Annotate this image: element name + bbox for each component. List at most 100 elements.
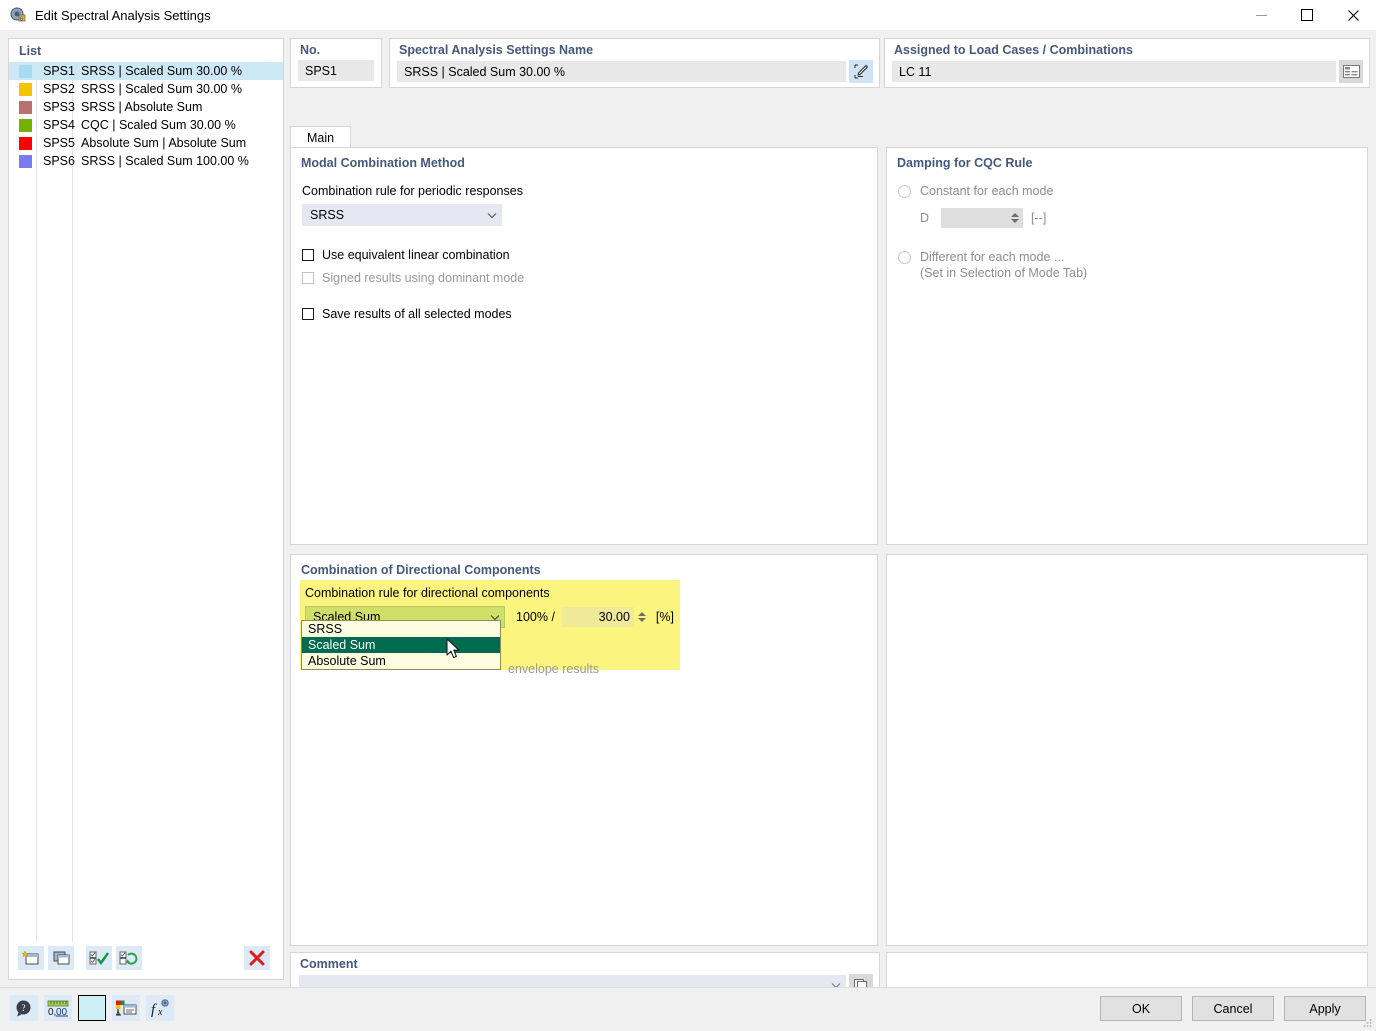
damping-different-label: Different for each mode ... <box>920 250 1065 264</box>
apply-button[interactable]: Apply <box>1284 996 1366 1021</box>
directional-rule-dropdown-list[interactable]: SRSS Scaled Sum Absolute Sum <box>301 620 501 670</box>
save-results-all-modes-label: Save results of all selected modes <box>322 307 512 321</box>
damping-different-sublabel: (Set in Selection of Mode Tab) <box>920 266 1088 280</box>
list-item[interactable]: SPS3 SRSS | Absolute Sum <box>9 98 283 116</box>
damping-d-input <box>941 208 1024 228</box>
damping-d-label: D <box>920 211 930 225</box>
assigned-field-label: Assigned to Load Cases / Combinations <box>894 43 1133 57</box>
dropdown-option-scaled-sum[interactable]: Scaled Sum <box>302 637 500 653</box>
ok-button[interactable]: OK <box>1100 996 1182 1021</box>
list-item-id: SPS4 <box>43 118 75 132</box>
dialog-body: List SPS1 SRSS | Scaled Sum 30.00 % SPS2… <box>0 30 1376 1030</box>
assigned-field-input[interactable]: LC 11 <box>892 61 1336 82</box>
color-swatch <box>19 118 32 132</box>
directional-right-panel <box>886 554 1368 946</box>
periodic-rule-select[interactable]: SRSS <box>302 204 502 226</box>
name-field-input[interactable]: SRSS | Scaled Sum 30.00 % <box>397 61 846 82</box>
formula-icon[interactable]: f x <box>146 995 174 1021</box>
tab-strip: Main <box>290 126 1368 148</box>
list-item-desc: SRSS | Scaled Sum 30.00 % <box>81 82 242 96</box>
help-icon[interactable]: ? <box>10 995 38 1021</box>
color-swatch[interactable] <box>78 995 106 1021</box>
list-item[interactable]: SPS6 SRSS | Scaled Sum 100.00 % <box>9 152 283 170</box>
svg-text:f: f <box>151 1002 157 1017</box>
list-item-id: SPS5 <box>43 136 75 150</box>
tab-main[interactable]: Main <box>290 126 352 148</box>
window-title: Edit Spectral Analysis Settings <box>35 7 211 23</box>
minimize-button[interactable] <box>1238 0 1284 30</box>
maximize-button[interactable] <box>1284 0 1330 30</box>
invert-selection-button[interactable] <box>116 946 142 970</box>
list-panel: List SPS1 SRSS | Scaled Sum 30.00 % SPS2… <box>8 38 284 980</box>
list-item[interactable]: SPS4 CQC | Scaled Sum 30.00 % <box>9 116 283 134</box>
assigned-field-group: Assigned to Load Cases / Combinations LC… <box>884 38 1370 88</box>
dropdown-option-absolute-sum[interactable]: Absolute Sum <box>302 653 500 669</box>
list-item-desc: Absolute Sum | Absolute Sum <box>81 136 247 150</box>
close-button[interactable] <box>1330 0 1376 30</box>
list-item-id: SPS6 <box>43 154 75 168</box>
list-area[interactable]: SPS1 SRSS | Scaled Sum 30.00 % SPS2 SRSS… <box>9 62 283 942</box>
use-equivalent-linear-combination-checkbox[interactable] <box>302 249 314 261</box>
list-item-desc: SRSS | Scaled Sum 30.00 % <box>81 64 242 78</box>
mouse-cursor <box>446 638 464 665</box>
color-swatch <box>19 154 32 168</box>
damping-title: Damping for CQC Rule <box>897 156 1033 170</box>
list-toolbar <box>18 943 274 973</box>
directional-title: Combination of Directional Components <box>301 563 541 577</box>
periodic-rule-value: SRSS <box>310 208 345 222</box>
directional-background-text: envelope results <box>508 662 600 676</box>
modal-combination-title: Modal Combination Method <box>301 156 465 170</box>
tab-main-label: Main <box>307 130 335 145</box>
name-field-label: Spectral Analysis Settings Name <box>399 43 594 57</box>
list-item-id: SPS2 <box>43 82 75 96</box>
damping-constant-option[interactable]: Constant for each mode <box>898 184 1367 198</box>
cancel-button[interactable]: Cancel <box>1192 996 1274 1021</box>
edit-pencil-icon[interactable] <box>849 60 873 83</box>
svg-text:x: x <box>157 1007 163 1017</box>
units-icon[interactable]: 0, 00 <box>44 995 72 1021</box>
list-panel-header: List <box>19 44 42 58</box>
directional-rule-label: Combination rule for directional compone… <box>305 586 550 600</box>
list-item[interactable]: SPS2 SRSS | Scaled Sum 30.00 % <box>9 80 283 98</box>
spinner-icon <box>1009 213 1020 223</box>
color-swatch <box>19 100 32 114</box>
damping-different-option[interactable]: Different for each mode ... (Set in Sele… <box>898 250 1367 280</box>
bottom-toolbar: ? 0, 00 A f x <box>10 995 180 1021</box>
list-picker-icon[interactable] <box>1339 60 1363 83</box>
resize-grip[interactable] <box>1362 1017 1372 1027</box>
chevron-down-icon <box>483 212 501 219</box>
no-field-label: No. <box>300 43 321 57</box>
color-swatch <box>19 136 32 150</box>
damping-d-unit: [--] <box>1031 211 1047 225</box>
list-item-desc: SRSS | Absolute Sum <box>81 100 203 114</box>
list-item[interactable]: SPS1 SRSS | Scaled Sum 30.00 % <box>9 62 283 80</box>
directional-ratio-unit: [%] <box>655 610 674 624</box>
directional-ratio-value: 30.00 <box>598 610 630 624</box>
spinner-icon[interactable] <box>637 612 648 622</box>
use-equivalent-linear-combination-label: Use equivalent linear combination <box>322 248 510 262</box>
app-icon: 6 <box>9 6 27 24</box>
color-swatch <box>19 64 32 78</box>
new-item-button[interactable] <box>18 946 44 970</box>
display-properties-icon[interactable]: A <box>112 995 140 1021</box>
signed-results-dominant-mode-label: Signed results using dominant mode <box>322 271 525 285</box>
directional-ratio-input[interactable]: 30.00 <box>561 607 634 627</box>
list-item[interactable]: SPS5 Absolute Sum | Absolute Sum <box>9 134 283 152</box>
dropdown-option-srss[interactable]: SRSS <box>302 621 500 637</box>
svg-text:A: A <box>116 1011 121 1017</box>
radio-constant-each-mode[interactable] <box>898 184 911 198</box>
list-item-desc: CQC | Scaled Sum 30.00 % <box>81 118 236 132</box>
window-controls <box>1238 0 1376 30</box>
radio-different-each-mode[interactable] <box>898 251 911 264</box>
modal-combination-panel: Modal Combination Method Combination rul… <box>290 147 878 545</box>
copy-item-button[interactable] <box>48 946 74 970</box>
damping-constant-label: Constant for each mode <box>920 184 1054 198</box>
bottom-bar: ? 0, 00 A f x OK Cancel Apply <box>0 987 1376 1030</box>
comment-label: Comment <box>300 957 358 971</box>
select-all-button[interactable] <box>86 946 112 970</box>
list-item-id: SPS3 <box>43 100 75 114</box>
title-bar: 6 Edit Spectral Analysis Settings <box>0 0 1376 30</box>
delete-item-button[interactable] <box>244 946 270 970</box>
save-results-all-modes-checkbox[interactable] <box>302 308 314 320</box>
no-field-input[interactable]: SPS1 <box>298 60 374 81</box>
